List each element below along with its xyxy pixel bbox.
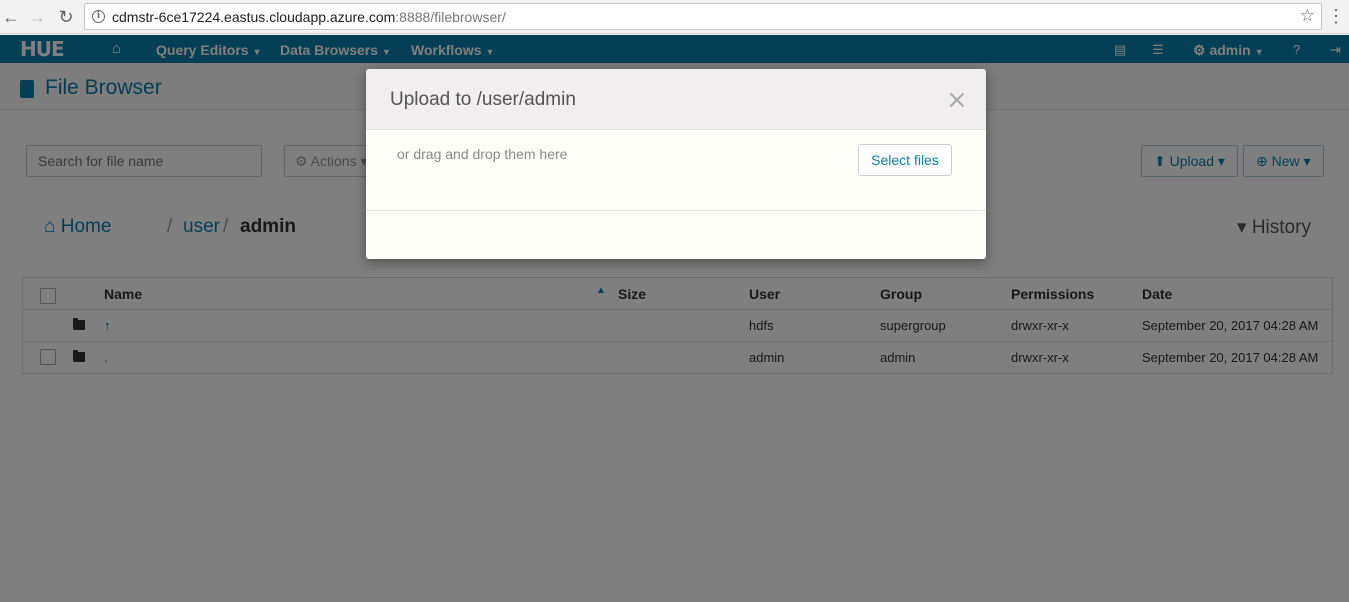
select-files-button[interactable]: Select files (858, 144, 952, 176)
forward-icon[interactable]: → (26, 6, 48, 28)
modal-title: Upload to /user/admin (390, 89, 576, 110)
url-text[interactable]: cdmstr-6ce17224.eastus.cloudapp.azure.co… (112, 9, 506, 25)
info-icon[interactable]: i (92, 10, 105, 23)
browser-toolbar: ← → ↻ i cdmstr-6ce17224.eastus.cloudapp.… (0, 0, 1349, 34)
modal-header: Upload to /user/admin × (366, 69, 986, 130)
address-bar[interactable]: i cdmstr-6ce17224.eastus.cloudapp.azure.… (84, 3, 1322, 30)
back-icon[interactable]: ← (0, 6, 22, 28)
kebab-menu-icon[interactable]: ⋮ (1327, 6, 1345, 27)
modal-body[interactable]: or drag and drop them here Select files (366, 130, 986, 211)
upload-modal: Upload to /user/admin × or drag and drop… (366, 69, 986, 259)
drop-hint: or drag and drop them here (397, 146, 568, 162)
reload-icon[interactable]: ↻ (55, 6, 77, 28)
bookmark-star-icon[interactable]: ☆ (1300, 6, 1315, 26)
close-icon[interactable]: × (946, 87, 968, 113)
